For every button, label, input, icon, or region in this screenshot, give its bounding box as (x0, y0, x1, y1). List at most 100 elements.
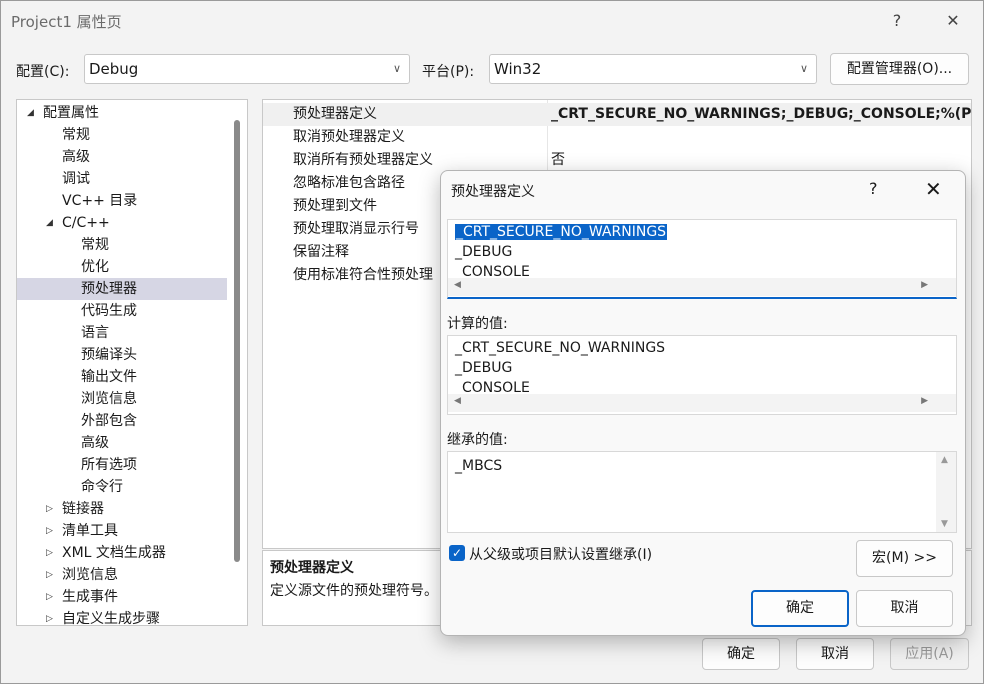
tree-item[interactable]: ▷ 自定义生成步骤 (17, 608, 227, 626)
tree-item[interactable]: 常规 (17, 124, 227, 146)
tree-item-label: XML 文档生成器 (62, 545, 166, 561)
tree-item[interactable]: ▷ 清单工具 (17, 520, 227, 542)
tree-item[interactable]: 常规 (17, 234, 227, 256)
tree-item-label: 预处理器 (81, 281, 137, 297)
horizontal-scrollbar[interactable]: ◀ ▶ (448, 394, 956, 412)
scroll-left-icon[interactable]: ◀ (454, 280, 461, 290)
platform-label: 平台(P): (422, 64, 475, 80)
tree-item[interactable]: 高级 (17, 146, 227, 168)
tree-item-label: 浏览信息 (62, 567, 118, 583)
tree-item-label: 调试 (62, 171, 90, 187)
config-label: 配置(C): (16, 64, 70, 80)
scroll-right-icon[interactable]: ▶ (921, 280, 928, 290)
tree-item[interactable]: 调试 (17, 168, 227, 190)
edit-line[interactable]: _CRT_SECURE_NO_WARNINGS (455, 222, 668, 242)
scroll-down-icon[interactable]: ▼ (941, 519, 948, 529)
horizontal-scrollbar[interactable]: ◀ ▶ (448, 278, 956, 296)
property-row[interactable]: 预处理器定义 _CRT_SECURE_NO_WARNINGS;_DEBUG;_CO… (263, 103, 971, 126)
scroll-right-icon[interactable]: ▶ (921, 396, 928, 406)
config-select[interactable]: Debug ∨ (84, 54, 410, 84)
tree-item[interactable]: ▷ 浏览信息 (17, 564, 227, 586)
tree-item-label: 链接器 (62, 501, 104, 517)
help-icon[interactable]: ? (883, 9, 911, 33)
tree-item-label: 外部包含 (81, 413, 137, 429)
ok-button[interactable]: 确定 (702, 638, 780, 670)
property-value[interactable]: 否 (551, 149, 565, 172)
property-row[interactable]: 取消所有预处理器定义 否 (263, 149, 971, 172)
dialog-ok-button[interactable]: 确定 (751, 590, 849, 627)
tree-item-label: 生成事件 (62, 589, 118, 605)
expand-arrow-icon[interactable]: ▷ (46, 520, 53, 542)
computed-label: 计算的值: (447, 316, 508, 332)
tree-item[interactable]: 预编译头 (17, 344, 227, 366)
tree-item[interactable]: ▷ 生成事件 (17, 586, 227, 608)
tree-item-label: 预编译头 (81, 347, 137, 363)
expand-arrow-icon[interactable]: ▷ (46, 608, 53, 625)
definitions-edit-box[interactable]: _CRT_SECURE_NO_WARNINGS _DEBUG _CONSOLE … (447, 219, 957, 299)
tree-item[interactable]: 所有选项 (17, 454, 227, 476)
tree-item-label: 高级 (62, 149, 90, 165)
collapse-arrow-icon[interactable]: ◢ (27, 102, 34, 124)
tree-item[interactable]: ◢ C/C++ (17, 212, 227, 234)
macros-button[interactable]: 宏(M) >> (856, 540, 953, 577)
cancel-button[interactable]: 取消 (796, 638, 874, 670)
tree-item[interactable]: 输出文件 (17, 366, 227, 388)
chevron-down-icon: ∨ (392, 62, 401, 75)
expand-arrow-icon[interactable]: ▷ (46, 586, 53, 608)
preprocessor-definitions-dialog: 预处理器定义 ? ✕ _CRT_SECURE_NO_WARNINGS _DEBU… (440, 170, 966, 636)
scroll-left-icon[interactable]: ◀ (454, 396, 461, 406)
computed-line: _DEBUG (455, 360, 513, 376)
platform-select[interactable]: Win32 ∨ (489, 54, 817, 84)
tree-item-label: VC++ 目录 (62, 193, 138, 209)
vertical-scrollbar[interactable]: ▲ ▼ (936, 452, 956, 532)
expand-arrow-icon[interactable]: ▷ (46, 542, 53, 564)
tree-item[interactable]: 高级 (17, 432, 227, 454)
window-title: Project1 属性页 (11, 13, 122, 31)
property-name: 取消所有预处理器定义 (293, 152, 433, 168)
scroll-up-icon[interactable]: ▲ (941, 455, 948, 465)
computed-values-box[interactable]: _CRT_SECURE_NO_WARNINGS _DEBUG _CONSOLE … (447, 335, 957, 415)
tree-item[interactable]: 外部包含 (17, 410, 227, 432)
help-icon[interactable]: ? (869, 179, 878, 198)
inherit-checkbox-label[interactable]: 从父级或项目默认设置继承(I) (469, 544, 652, 564)
tree-item[interactable]: ▷ 链接器 (17, 498, 227, 520)
inherit-checkbox[interactable]: ✓ (449, 545, 465, 561)
property-row[interactable]: 取消预处理器定义 (263, 126, 971, 149)
tree-item[interactable]: ▷ XML 文档生成器 (17, 542, 227, 564)
property-name: 取消预处理器定义 (293, 129, 405, 145)
tree-scrollbar[interactable] (234, 120, 240, 562)
property-tree[interactable]: ◢ 配置属性 常规 高级 调试 VC++ 目录 ◢ C/C++ 常规 优化 预处理器 代码生成 语言 预编… (16, 99, 248, 626)
dialog-title: 预处理器定义 (451, 184, 535, 200)
tree-item[interactable]: 代码生成 (17, 300, 227, 322)
config-value: Debug (89, 60, 139, 78)
tree-item[interactable]: 浏览信息 (17, 388, 227, 410)
dialog-cancel-button[interactable]: 取消 (856, 590, 953, 627)
tree-item[interactable]: 预处理器 (17, 278, 227, 300)
tree-item-label: 常规 (81, 237, 109, 253)
config-manager-button[interactable]: 配置管理器(O)... (830, 53, 969, 85)
property-name: 使用标准符合性预处理 (293, 267, 433, 283)
description-text: 定义源文件的预处理符号。 (270, 583, 438, 599)
edit-line[interactable]: _DEBUG (455, 242, 512, 262)
close-icon[interactable]: ✕ (925, 177, 942, 201)
tree-item-label: 代码生成 (81, 303, 137, 319)
collapse-arrow-icon[interactable]: ◢ (46, 212, 53, 234)
property-value[interactable]: _CRT_SECURE_NO_WARNINGS;_DEBUG;_CONSOLE;… (551, 103, 971, 126)
property-name: 预处理器定义 (293, 106, 377, 122)
tree-item[interactable]: VC++ 目录 (17, 190, 227, 212)
inherited-values-box[interactable]: _MBCS ▲ ▼ (447, 451, 957, 533)
tree-item[interactable]: 命令行 (17, 476, 227, 498)
computed-line: _CRT_SECURE_NO_WARNINGS (455, 340, 666, 356)
tree-item-label: 输出文件 (81, 369, 137, 385)
description-title: 预处理器定义 (270, 560, 354, 576)
expand-arrow-icon[interactable]: ▷ (46, 564, 53, 586)
close-icon[interactable]: ✕ (939, 9, 967, 33)
tree-item[interactable]: 语言 (17, 322, 227, 344)
tree-item-label: 自定义生成步骤 (62, 611, 160, 626)
expand-arrow-icon[interactable]: ▷ (46, 498, 53, 520)
apply-button[interactable]: 应用(A) (890, 638, 969, 670)
tree-item-label: 浏览信息 (81, 391, 137, 407)
tree-item[interactable]: 优化 (17, 256, 227, 278)
tree-item-label: 命令行 (81, 479, 123, 495)
tree-item[interactable]: ◢ 配置属性 (17, 102, 227, 124)
